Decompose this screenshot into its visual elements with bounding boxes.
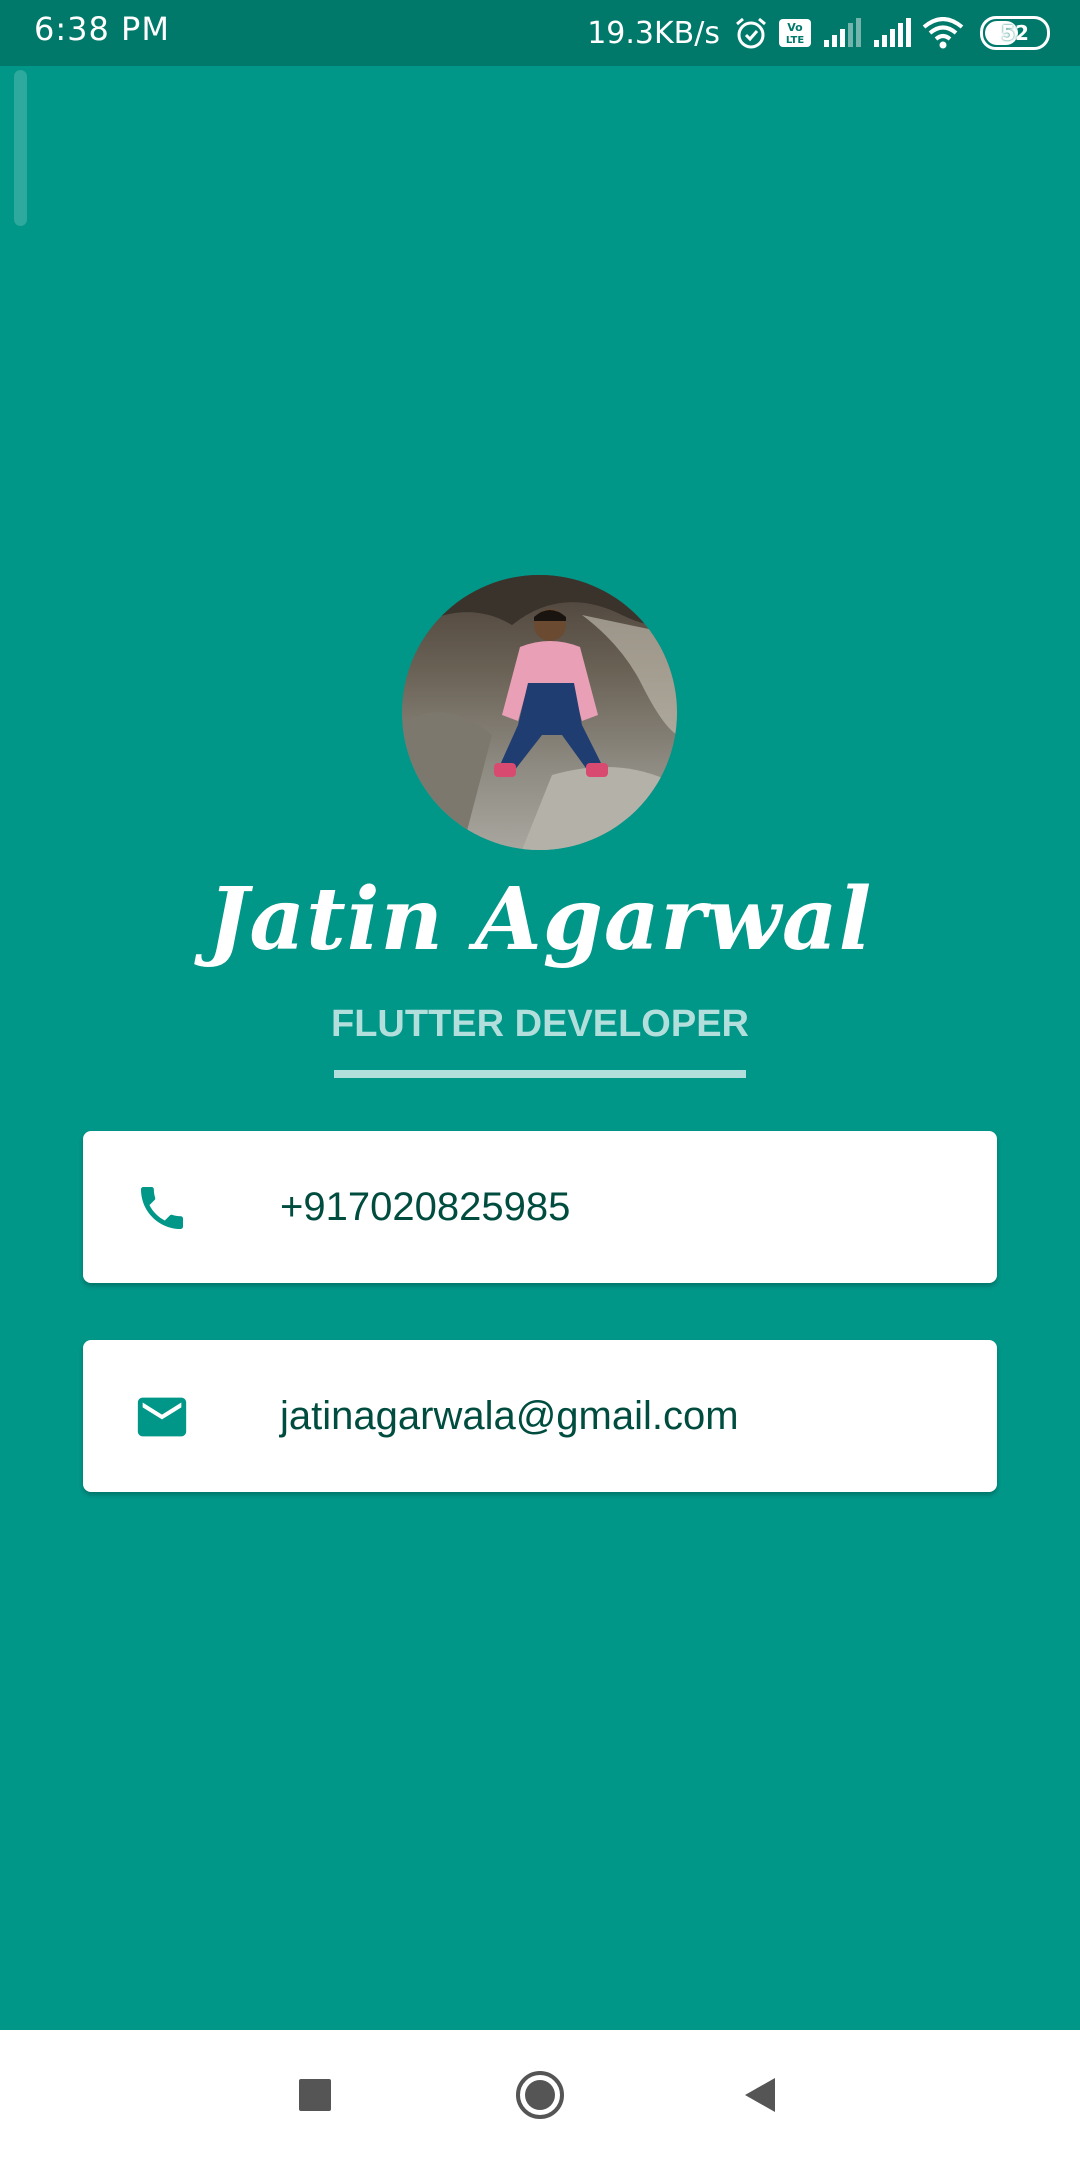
status-time: 6:38 PM <box>34 10 170 48</box>
phone-icon <box>131 1177 193 1239</box>
divider <box>334 1070 746 1078</box>
profile-photo <box>402 575 677 850</box>
svg-text:LTE: LTE <box>786 35 805 46</box>
back-icon[interactable] <box>725 2060 795 2130</box>
volte-icon: Vo LTE <box>778 18 812 48</box>
battery-icon: 52 <box>980 16 1050 50</box>
network-speed: 19.3KB/s <box>587 15 720 51</box>
svg-text:Vo: Vo <box>787 21 803 34</box>
status-icons: 19.3KB/s Vo LTE 52 <box>587 8 1050 58</box>
home-icon[interactable] <box>505 2060 575 2130</box>
email-card[interactable]: jatinagarwala@gmail.com <box>83 1340 997 1492</box>
email-address: jatinagarwala@gmail.com <box>280 1394 739 1438</box>
scroll-indicator <box>14 70 27 226</box>
alarm-icon <box>734 16 768 50</box>
battery-level: 52 <box>1001 21 1029 45</box>
phone-number: +917020825985 <box>280 1185 571 1229</box>
status-bar: 6:38 PM 19.3KB/s Vo LTE 52 <box>0 0 1080 66</box>
mail-icon <box>131 1386 193 1448</box>
app-screen: 6:38 PM 19.3KB/s Vo LTE 52 Jatin Agarwal… <box>0 0 1080 2160</box>
signal-icon <box>872 18 912 48</box>
profile-title: FLUTTER DEVELOPER <box>330 1003 750 1045</box>
phone-card[interactable]: +917020825985 <box>83 1131 997 1283</box>
profile-avatar <box>402 575 677 850</box>
recents-icon[interactable] <box>280 2060 350 2130</box>
profile-name: Jatin Agarwal <box>207 869 873 970</box>
wifi-icon <box>922 17 964 49</box>
signal-icon <box>822 18 862 48</box>
navigation-bar <box>0 2030 1080 2160</box>
